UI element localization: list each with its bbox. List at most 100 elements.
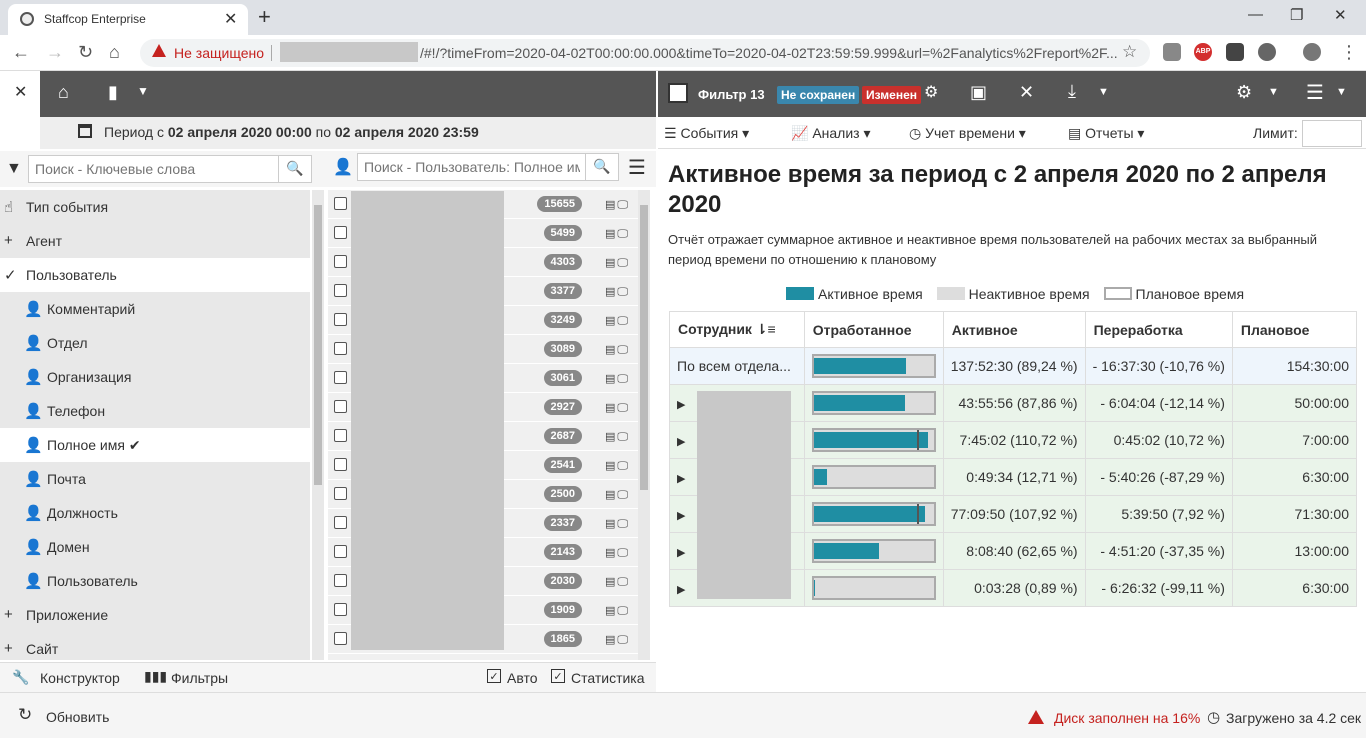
expand-arrow-icon[interactable]: ▶ (677, 584, 685, 596)
settings-icon[interactable]: ⚙ (1236, 82, 1252, 103)
filter-item[interactable]: 👤 Отдел (0, 326, 310, 360)
menu-analysis[interactable]: 📈 Анализ ▾ (791, 125, 871, 142)
col-plan[interactable]: Плановое (1231, 311, 1358, 348)
filter-item[interactable]: + Сайт (0, 632, 310, 660)
address-bar[interactable]: Не защищено /#!/?timeFrom=2020-04-02T00:… (140, 39, 1150, 67)
user-checkbox[interactable] (334, 603, 347, 616)
user-search-button[interactable]: 🔍 (585, 153, 619, 181)
filter-scroll-thumb[interactable] (314, 205, 322, 485)
refresh-button[interactable]: Обновить (46, 709, 109, 725)
reload-icon[interactable]: ↻ (78, 42, 93, 63)
user-checkbox[interactable] (334, 545, 347, 558)
save-icon[interactable]: ▣ (970, 82, 987, 103)
close-panel-icon[interactable]: ✕ (14, 82, 27, 102)
user-actions-icon[interactable]: ▤🖵 (605, 430, 630, 444)
chevron-down-icon[interactable]: ▼ (1336, 86, 1347, 98)
user-checkbox[interactable] (334, 255, 347, 268)
chevron-down-icon[interactable]: ▼ (137, 84, 149, 98)
browser-tab[interactable]: Staffcop Enterprise ✕ (8, 4, 248, 35)
extension-circle-icon[interactable] (1258, 43, 1276, 61)
col-worked[interactable]: Отработанное (803, 311, 944, 348)
refresh-icon[interactable]: ↻ (18, 705, 32, 725)
user-actions-icon[interactable]: ▤🖵 (605, 488, 630, 502)
browser-menu-icon[interactable]: ⋮ (1340, 42, 1358, 63)
filter-item[interactable]: 👤 Телефон (0, 394, 310, 428)
close-icon[interactable]: ✕ (1019, 82, 1034, 103)
keyword-search-input[interactable] (28, 155, 280, 183)
user-checkbox[interactable] (334, 574, 347, 587)
new-tab-icon[interactable]: + (258, 4, 271, 30)
table-row-total[interactable]: По всем отдела... 137:52:30 (89,24 %) - … (669, 347, 1358, 385)
filter-item[interactable]: 👤 Комментарий (0, 292, 310, 326)
user-checkbox[interactable] (334, 342, 347, 355)
forward-icon[interactable]: → (46, 42, 64, 63)
user-checkbox[interactable] (334, 632, 347, 645)
keyword-search-button[interactable]: 🔍 (278, 155, 312, 183)
close-window-icon[interactable]: ✕ (1334, 6, 1347, 24)
filter-item[interactable]: + Приложение (0, 598, 310, 632)
menu-reports[interactable]: ▤ Отчеты ▾ (1068, 125, 1144, 142)
statistics-checkbox[interactable]: ✓ (551, 669, 565, 683)
user-checkbox[interactable] (334, 516, 347, 529)
list-menu-icon[interactable]: ☰ (628, 155, 646, 180)
filter-item[interactable]: + Агент (0, 224, 310, 258)
user-actions-icon[interactable]: ▤🖵 (605, 285, 630, 299)
user-checkbox[interactable] (334, 487, 347, 500)
home-icon[interactable]: ⌂ (58, 82, 69, 103)
back-icon[interactable]: ← (12, 42, 30, 63)
user-actions-icon[interactable]: ▤🖵 (605, 633, 630, 647)
col-employee[interactable]: Сотрудник ⇂≡ (669, 311, 805, 348)
user-checkbox[interactable] (334, 284, 347, 297)
period-text[interactable]: Период с 02 апреля 2020 00:00 по 02 апре… (104, 124, 479, 140)
download-icon[interactable]: ⤓ (1068, 81, 1076, 102)
filter-item[interactable]: 👤 Полное имя ✔ (0, 428, 310, 462)
close-tab-icon[interactable]: ✕ (224, 9, 237, 29)
expand-arrow-icon[interactable]: ▶ (677, 547, 685, 559)
user-actions-icon[interactable]: ▤🖵 (605, 401, 630, 415)
sort-icon[interactable]: ⇂≡ (756, 321, 776, 337)
user-checkbox[interactable] (334, 429, 347, 442)
hamburger-icon[interactable]: ☰ (1306, 80, 1324, 105)
expand-arrow-icon[interactable]: ▶ (677, 399, 685, 411)
user-checkbox[interactable] (334, 197, 347, 210)
user-actions-icon[interactable]: ▤🖵 (605, 517, 630, 531)
filter-item[interactable]: 👤 Пользователь (0, 564, 310, 598)
chevron-down-icon[interactable]: ▼ (1098, 86, 1109, 98)
user-checkbox[interactable] (334, 371, 347, 384)
minimize-icon[interactable]: — (1248, 6, 1263, 23)
user-actions-icon[interactable]: ▤🖵 (605, 546, 630, 560)
user-actions-icon[interactable]: ▤🖵 (605, 256, 630, 270)
menu-time-tracking[interactable]: ◷ Учет времени ▾ (909, 125, 1026, 142)
user-actions-icon[interactable]: ▤🖵 (605, 314, 630, 328)
auto-checkbox[interactable]: ✓ (487, 669, 501, 683)
filter-item[interactable]: 👤 Должность (0, 496, 310, 530)
user-actions-icon[interactable]: ▤🖵 (605, 459, 630, 473)
profile-avatar[interactable] (1303, 43, 1321, 61)
user-checkbox[interactable] (334, 400, 347, 413)
tab-filters[interactable]: Фильтры (171, 670, 228, 686)
menu-events[interactable]: ☰ События ▾ (664, 125, 749, 142)
filter-item[interactable]: 👤 Организация (0, 360, 310, 394)
user-checkbox[interactable] (334, 313, 347, 326)
extension-icon[interactable] (1163, 43, 1181, 61)
filter-item[interactable]: ☝ Тип события (0, 190, 310, 224)
expand-arrow-icon[interactable]: ▶ (677, 473, 685, 485)
user-actions-icon[interactable]: ▤🖵 (605, 604, 630, 618)
user-checkbox[interactable] (334, 458, 347, 471)
chevron-down-icon[interactable]: ▼ (1268, 86, 1279, 98)
limit-input[interactable] (1302, 120, 1362, 147)
adblock-icon[interactable]: ABP (1194, 43, 1212, 61)
extension-cube-icon[interactable] (1226, 43, 1244, 61)
user-actions-icon[interactable]: ▤🖵 (605, 575, 630, 589)
restore-icon[interactable]: ❐ (1290, 6, 1303, 24)
tab-constructor[interactable]: Конструктор (40, 670, 120, 686)
user-search-input[interactable] (357, 153, 587, 181)
filter-item[interactable]: 👤 Почта (0, 462, 310, 496)
expand-arrow-icon[interactable]: ▶ (677, 510, 685, 522)
bookmark-star-icon[interactable]: ☆ (1122, 42, 1137, 62)
expand-arrow-icon[interactable]: ▶ (677, 436, 685, 448)
filter-item[interactable]: 👤 Домен (0, 530, 310, 564)
gear-icon[interactable]: ⚙ (924, 82, 938, 102)
user-actions-icon[interactable]: ▤🖵 (605, 372, 630, 386)
document-icon[interactable]: ▮ (108, 82, 118, 103)
